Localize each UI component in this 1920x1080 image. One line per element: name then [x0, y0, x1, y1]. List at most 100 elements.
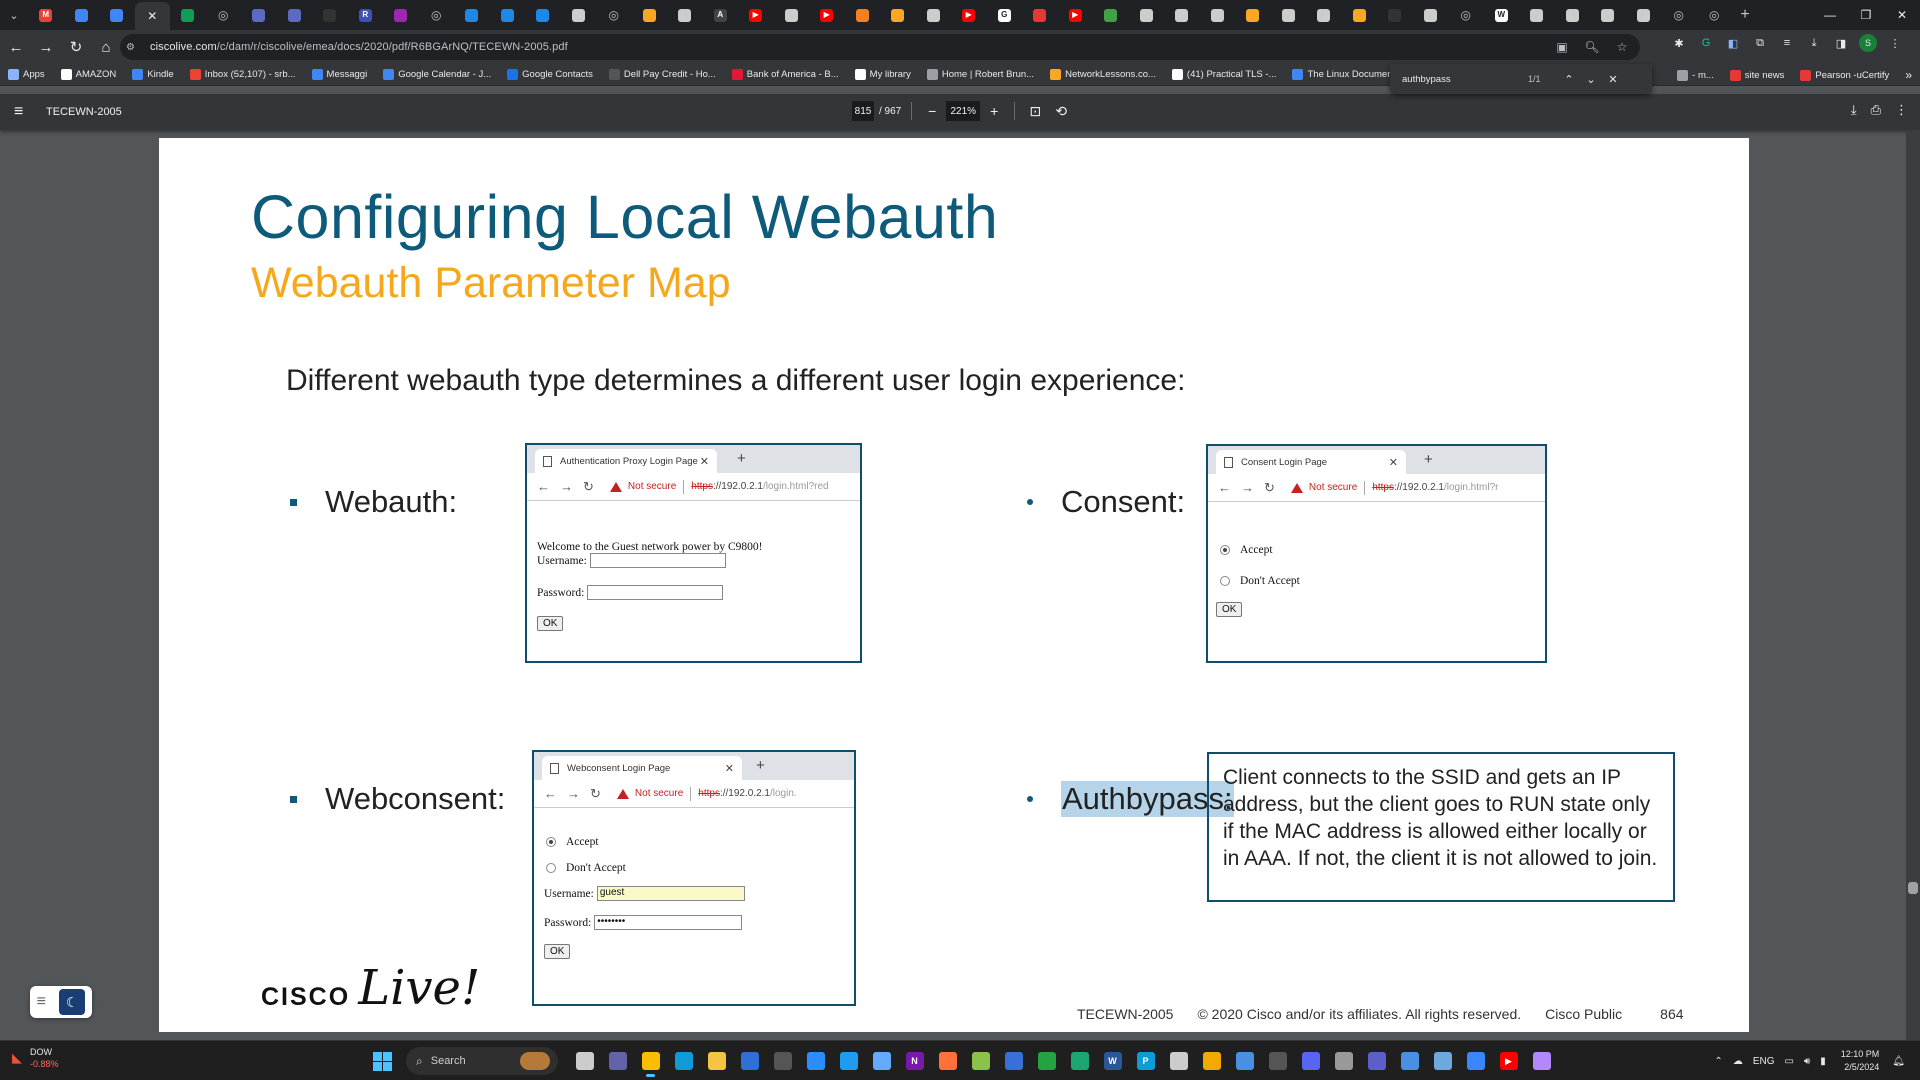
taskbar-app[interactable] — [766, 1045, 799, 1077]
list-icon[interactable]: ≡ — [37, 993, 46, 1011]
browser-tab[interactable]: G — [987, 2, 1023, 28]
browser-tab[interactable]: ▶ — [951, 2, 987, 28]
bookmark-item[interactable]: My library — [854, 69, 911, 80]
tab-search-button[interactable]: ⌄ — [0, 0, 28, 30]
reload-button[interactable]: ↻ — [62, 33, 90, 61]
more-options-icon[interactable]: ⋮ — [1895, 102, 1908, 118]
back-button[interactable]: ← — [2, 33, 30, 61]
browser-tab[interactable] — [916, 2, 952, 28]
taskbar-app[interactable] — [1294, 1045, 1327, 1077]
cloud-icon[interactable]: ☁ — [1733, 1056, 1743, 1067]
taskbar-app[interactable] — [568, 1045, 601, 1077]
bookmark-item[interactable]: Pearson -uCertify — [1800, 69, 1889, 81]
browser-tab[interactable] — [1626, 2, 1662, 28]
browser-tab[interactable]: ▶ — [1058, 2, 1094, 28]
extension-puzzle-icon[interactable]: ✱ — [1670, 34, 1688, 52]
browser-tab[interactable]: ◎ — [596, 2, 632, 28]
bookmark-item[interactable]: site news — [1729, 69, 1784, 81]
bookmark-item[interactable]: Google Calendar - J... — [383, 69, 491, 80]
pdf-sidebar-menu-icon[interactable]: ≡ — [14, 103, 36, 121]
site-info-icon[interactable]: ⚙ — [126, 42, 144, 53]
taskbar-app[interactable] — [1063, 1045, 1096, 1077]
taskbar-app[interactable] — [997, 1045, 1030, 1077]
browser-tab[interactable]: ◎ — [1448, 2, 1484, 28]
extension-badge-icon[interactable]: ◧ — [1724, 34, 1742, 52]
chevron-up-icon[interactable]: ⌃ — [1714, 1056, 1722, 1067]
page-number-input[interactable] — [852, 101, 874, 121]
browser-tab[interactable] — [1093, 2, 1129, 28]
clock[interactable]: 12:10 PM 2/5/2024 — [1841, 1048, 1880, 1074]
browser-tab[interactable]: M — [28, 2, 64, 28]
browser-tab[interactable] — [1413, 2, 1449, 28]
windows-start-icon[interactable] — [366, 1045, 398, 1077]
browser-tab[interactable] — [1555, 2, 1591, 28]
browser-tab[interactable]: ◎ — [1697, 2, 1733, 28]
browser-tab[interactable] — [490, 2, 526, 28]
browser-tab[interactable]: R — [348, 2, 384, 28]
browser-tab[interactable] — [845, 2, 881, 28]
taskbar-app[interactable] — [1360, 1045, 1393, 1077]
taskbar-app[interactable] — [1426, 1045, 1459, 1077]
bookmark-item[interactable]: Messaggi — [311, 69, 367, 80]
side-panel-icon[interactable]: ◨ — [1832, 34, 1850, 52]
open-in-app-icon[interactable]: ▣ — [1552, 37, 1572, 57]
browser-tab[interactable] — [1164, 2, 1200, 28]
browser-tab[interactable] — [880, 2, 916, 28]
bookmark-item[interactable]: The Linux Documen... — [1292, 69, 1400, 80]
bookmark-item[interactable]: AMAZON — [60, 69, 116, 80]
bookmark-item[interactable]: Bank of America - B... — [731, 69, 839, 80]
profile-avatar[interactable]: S — [1859, 34, 1877, 52]
browser-tab[interactable]: ▶ — [738, 2, 774, 28]
taskbar-app[interactable] — [1030, 1045, 1063, 1077]
browser-tab[interactable]: A — [703, 2, 739, 28]
battery-icon[interactable]: ▮ — [1820, 1056, 1826, 1067]
browser-tab[interactable]: ✕ — [134, 2, 170, 30]
stock-widget[interactable]: ◣ DOW -0.88% — [12, 1046, 59, 1070]
browser-tab[interactable] — [1129, 2, 1165, 28]
browser-tab[interactable]: ◎ — [419, 2, 455, 28]
browser-tab[interactable] — [312, 2, 348, 28]
taskbar-app[interactable] — [1327, 1045, 1360, 1077]
taskbar-app[interactable]: ▶ — [1492, 1045, 1525, 1077]
reading-list-icon[interactable]: ≡ — [1778, 34, 1796, 52]
zoom-out-button[interactable]: − — [922, 103, 942, 119]
address-bar[interactable]: ⚙ ciscolive.com/c/dam/r/ciscolive/emea/d… — [120, 34, 1640, 60]
taskbar-app[interactable]: P — [1129, 1045, 1162, 1077]
bookmark-item[interactable]: - m... — [1677, 69, 1714, 81]
bookmark-item[interactable]: Google Contacts — [507, 69, 593, 80]
taskbar-app[interactable] — [799, 1045, 832, 1077]
bookmark-item[interactable]: Apps — [8, 69, 45, 80]
browser-tab[interactable]: W — [1484, 2, 1520, 28]
bookmark-item[interactable]: Inbox (52,107) - srb... — [189, 69, 296, 80]
restore-button[interactable]: ❐ — [1848, 0, 1884, 30]
taskbar-app[interactable] — [964, 1045, 997, 1077]
new-tab-button[interactable]: + — [1732, 6, 1758, 24]
browser-tab[interactable] — [99, 2, 135, 28]
find-close-button[interactable]: ✕ — [1602, 73, 1624, 86]
taskbar-app[interactable] — [865, 1045, 898, 1077]
browser-tab[interactable] — [1342, 2, 1378, 28]
zoom-icon[interactable]: 🔍︎ — [1582, 37, 1602, 57]
scrollbar-thumb[interactable] — [1908, 882, 1918, 894]
chrome-menu-icon[interactable]: ⋮ — [1886, 34, 1904, 52]
pdf-scrollbar[interactable] — [1906, 130, 1920, 1040]
find-previous-button[interactable]: ⌃ — [1558, 73, 1580, 86]
browser-tab[interactable] — [632, 2, 668, 28]
browser-tab[interactable]: ◎ — [1661, 2, 1697, 28]
browser-tab[interactable]: ◎ — [206, 2, 242, 28]
bookmark-item[interactable]: Dell Pay Credit - Ho... — [608, 69, 716, 80]
browser-tab[interactable] — [525, 2, 561, 28]
find-next-button[interactable]: ⌄ — [1580, 73, 1602, 86]
speaker-icon[interactable]: 🔊︎ — [1804, 1056, 1810, 1067]
dark-mode-toggle[interactable]: ≡ ☾ — [30, 986, 92, 1018]
browser-tab[interactable] — [383, 2, 419, 28]
browser-tab[interactable] — [1235, 2, 1271, 28]
taskbar-app[interactable]: W — [1096, 1045, 1129, 1077]
browser-tab[interactable] — [1306, 2, 1342, 28]
bookmark-star-icon[interactable]: ☆ — [1612, 37, 1632, 57]
taskbar-app[interactable] — [1525, 1045, 1558, 1077]
browser-tab[interactable] — [1519, 2, 1555, 28]
bookmark-item[interactable]: Home | Robert Brun... — [926, 69, 1034, 80]
browser-tab[interactable] — [667, 2, 703, 28]
find-input[interactable] — [1402, 73, 1522, 85]
